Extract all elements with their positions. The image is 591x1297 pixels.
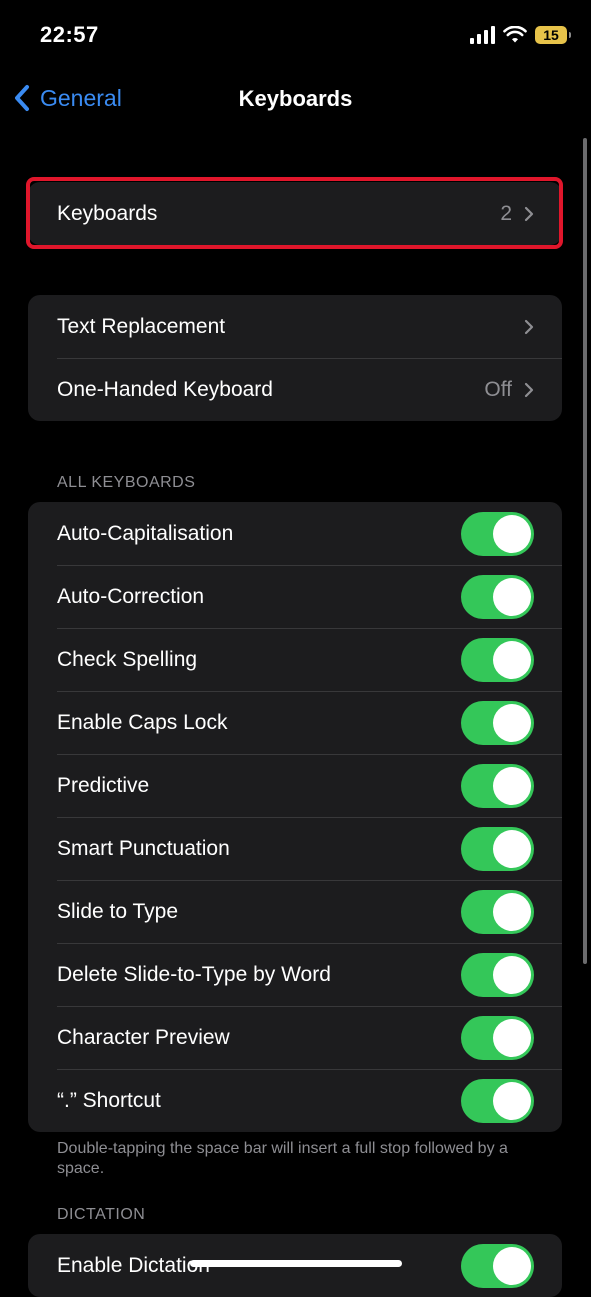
check-spelling-toggle[interactable] bbox=[461, 637, 534, 682]
toggle-label: Character Preview bbox=[57, 1025, 230, 1049]
toggle-row-check-spelling: Check Spelling bbox=[28, 628, 562, 691]
battery-icon: 15 bbox=[535, 26, 571, 44]
one-handed-keyboard-value: Off bbox=[484, 377, 512, 401]
period-shortcut-toggle[interactable] bbox=[461, 1078, 534, 1123]
toggle-label: Enable Dictation bbox=[57, 1253, 210, 1277]
toggle-label: Auto-Correction bbox=[57, 584, 205, 608]
smart-punctuation-toggle[interactable] bbox=[461, 826, 534, 871]
toggle-row-smart-punctuation: Smart Punctuation bbox=[28, 817, 562, 880]
toggle-label: “.” Shortcut bbox=[57, 1088, 161, 1112]
toggle-knob bbox=[493, 892, 531, 931]
text-options-group: Text Replacement One-Handed Keyboard Off bbox=[28, 295, 562, 421]
toggle-label: Predictive bbox=[57, 773, 150, 797]
all-keyboards-header: ALL KEYBOARDS bbox=[57, 474, 196, 491]
page-title: Keyboards bbox=[238, 86, 353, 111]
toggle-label: Auto-Capitalisation bbox=[57, 521, 234, 545]
toggle-row-delete-slide-to-type: Delete Slide-to-Type by Word bbox=[28, 943, 562, 1006]
text-replacement-row[interactable]: Text Replacement bbox=[28, 295, 562, 358]
toggle-knob bbox=[493, 1081, 531, 1120]
status-time: 22:57 bbox=[40, 22, 99, 47]
chevron-right-icon bbox=[524, 382, 534, 397]
toggle-row-character-preview: Character Preview bbox=[28, 1006, 562, 1069]
navigation-bar: General Keyboards bbox=[0, 70, 591, 130]
toggle-label: Delete Slide-to-Type by Word bbox=[57, 962, 331, 986]
toggle-knob bbox=[493, 955, 531, 994]
text-replacement-label: Text Replacement bbox=[57, 314, 226, 338]
slide-to-type-toggle[interactable] bbox=[461, 889, 534, 934]
toggle-label: Smart Punctuation bbox=[57, 836, 230, 860]
toggle-knob bbox=[493, 514, 531, 553]
toggle-label: Enable Caps Lock bbox=[57, 710, 228, 734]
toggle-knob bbox=[493, 766, 531, 805]
period-shortcut-footer: Double-tapping the space bar will insert… bbox=[57, 1140, 508, 1177]
highlight-box bbox=[26, 177, 563, 249]
enable-dictation-toggle[interactable] bbox=[461, 1243, 534, 1288]
cellular-signal-icon bbox=[470, 26, 495, 44]
enable-caps-lock-toggle[interactable] bbox=[461, 700, 534, 745]
toggle-label: Check Spelling bbox=[57, 647, 198, 671]
battery-level: 15 bbox=[543, 27, 559, 43]
toggle-row-auto-capitalisation: Auto-Capitalisation bbox=[28, 502, 562, 565]
toggle-row-enable-caps-lock: Enable Caps Lock bbox=[28, 691, 562, 754]
toggle-row-predictive: Predictive bbox=[28, 754, 562, 817]
one-handed-keyboard-label: One-Handed Keyboard bbox=[57, 377, 273, 401]
toggle-row-period-shortcut: “.” Shortcut bbox=[28, 1069, 562, 1132]
toggle-row-auto-correction: Auto-Correction bbox=[28, 565, 562, 628]
status-bar: 22:57 15 bbox=[0, 0, 591, 70]
auto-capitalisation-toggle[interactable] bbox=[461, 511, 534, 556]
toggle-knob bbox=[493, 1018, 531, 1057]
predictive-toggle[interactable] bbox=[461, 763, 534, 808]
toggle-knob bbox=[493, 703, 531, 742]
toggle-knob bbox=[493, 640, 531, 679]
chevron-right-icon bbox=[524, 319, 534, 334]
dictation-header: DICTATION bbox=[57, 1206, 146, 1223]
toggle-knob bbox=[493, 829, 531, 868]
scroll-indicator[interactable] bbox=[583, 138, 587, 964]
status-icons: 15 bbox=[470, 24, 571, 46]
home-indicator[interactable] bbox=[190, 1260, 402, 1267]
wifi-icon bbox=[503, 26, 527, 43]
all-keyboards-group: Auto-Capitalisation Auto-Correction Chec… bbox=[28, 502, 562, 1132]
character-preview-toggle[interactable] bbox=[461, 1015, 534, 1060]
toggle-knob bbox=[493, 1246, 531, 1285]
one-handed-keyboard-row[interactable]: One-Handed Keyboard Off bbox=[28, 358, 562, 421]
toggle-knob bbox=[493, 577, 531, 616]
toggle-label: Slide to Type bbox=[57, 899, 179, 923]
auto-correction-toggle[interactable] bbox=[461, 574, 534, 619]
delete-slide-to-type-toggle[interactable] bbox=[461, 952, 534, 997]
toggle-row-slide-to-type: Slide to Type bbox=[28, 880, 562, 943]
